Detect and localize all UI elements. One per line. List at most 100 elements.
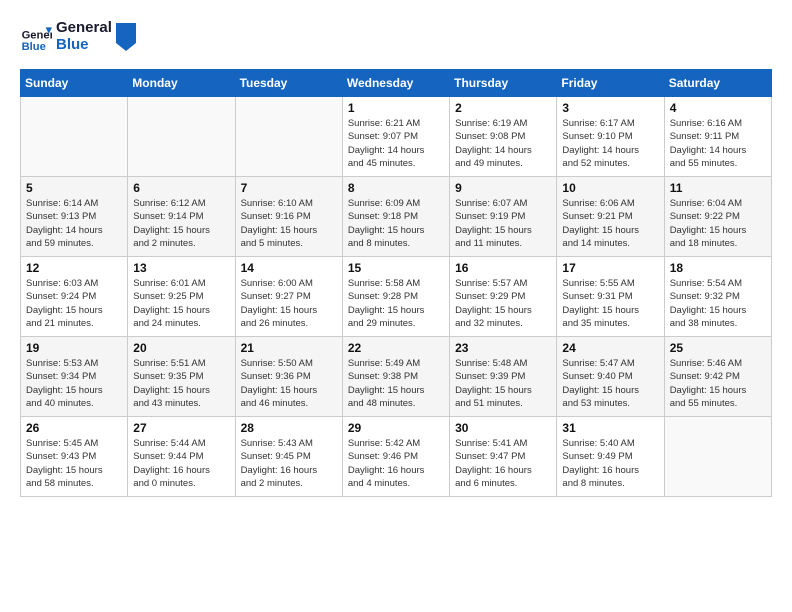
weekday-header: Tuesday xyxy=(235,70,342,97)
day-info: Sunrise: 6:16 AM Sunset: 9:11 PM Dayligh… xyxy=(670,117,766,170)
day-number: 15 xyxy=(348,261,444,275)
calendar-cell: 11Sunrise: 6:04 AM Sunset: 9:22 PM Dayli… xyxy=(664,177,771,257)
weekday-header: Thursday xyxy=(450,70,557,97)
day-info: Sunrise: 6:21 AM Sunset: 9:07 PM Dayligh… xyxy=(348,117,444,170)
calendar-cell xyxy=(235,97,342,177)
day-number: 24 xyxy=(562,341,658,355)
calendar-cell: 13Sunrise: 6:01 AM Sunset: 9:25 PM Dayli… xyxy=(128,257,235,337)
day-info: Sunrise: 5:48 AM Sunset: 9:39 PM Dayligh… xyxy=(455,357,551,410)
day-number: 31 xyxy=(562,421,658,435)
calendar-cell: 31 Sunrise: 5:40 AM Sunset: 9:49 PM Dayli… xyxy=(557,417,664,497)
day-number: 9 xyxy=(455,181,551,195)
calendar-cell: 17 Sunrise: 5:55 AM Sunset: 9:31 PM Dayli… xyxy=(557,257,664,337)
calendar-cell: 10Sunrise: 6:06 AM Sunset: 9:21 PM Dayli… xyxy=(557,177,664,257)
weekday-header-row: SundayMondayTuesdayWednesdayThursdayFrid… xyxy=(21,70,772,97)
calendar-cell: 29 Sunrise: 5:42 AM Sunset: 9:46 PM Dayli… xyxy=(342,417,449,497)
calendar-cell: 16Sunrise: 5:57 AM Sunset: 9:29 PM Dayli… xyxy=(450,257,557,337)
day-info: Sunrise: 6:00 AM Sunset: 9:27 PM Dayligh… xyxy=(241,277,337,330)
calendar-cell: 19Sunrise: 5:53 AM Sunset: 9:34 PM Dayli… xyxy=(21,337,128,417)
day-number: 6 xyxy=(133,181,229,195)
day-info: Sunrise: 5:54 AM Sunset: 9:32 PM Dayligh… xyxy=(670,277,766,330)
calendar-cell: 8 Sunrise: 6:09 AM Sunset: 9:18 PM Daylig… xyxy=(342,177,449,257)
calendar-week-row: 1 Sunrise: 6:21 AM Sunset: 9:07 PM Daylig… xyxy=(21,97,772,177)
calendar-cell: 4 Sunrise: 6:16 AM Sunset: 9:11 PM Daylig… xyxy=(664,97,771,177)
day-number: 26 xyxy=(26,421,122,435)
day-number: 29 xyxy=(348,421,444,435)
calendar-cell: 12Sunrise: 6:03 AM Sunset: 9:24 PM Dayli… xyxy=(21,257,128,337)
calendar-cell: 24 Sunrise: 5:47 AM Sunset: 9:40 PM Dayli… xyxy=(557,337,664,417)
day-number: 2 xyxy=(455,101,551,115)
logo-text2: Blue xyxy=(56,37,112,54)
calendar-cell xyxy=(128,97,235,177)
calendar-cell: 2 Sunrise: 6:19 AM Sunset: 9:08 PM Daylig… xyxy=(450,97,557,177)
day-info: Sunrise: 5:49 AM Sunset: 9:38 PM Dayligh… xyxy=(348,357,444,410)
calendar-cell xyxy=(664,417,771,497)
day-number: 1 xyxy=(348,101,444,115)
calendar-week-row: 12Sunrise: 6:03 AM Sunset: 9:24 PM Dayli… xyxy=(21,257,772,337)
day-info: Sunrise: 5:40 AM Sunset: 9:49 PM Dayligh… xyxy=(562,437,658,490)
day-info: Sunrise: 6:10 AM Sunset: 9:16 PM Dayligh… xyxy=(241,197,337,250)
day-number: 22 xyxy=(348,341,444,355)
calendar-cell: 3Sunrise: 6:17 AM Sunset: 9:10 PM Daylig… xyxy=(557,97,664,177)
calendar-body: 1 Sunrise: 6:21 AM Sunset: 9:07 PM Daylig… xyxy=(21,97,772,497)
calendar-cell: 25 Sunrise: 5:46 AM Sunset: 9:42 PM Dayli… xyxy=(664,337,771,417)
day-number: 17 xyxy=(562,261,658,275)
calendar-cell xyxy=(21,97,128,177)
day-info: Sunrise: 5:45 AM Sunset: 9:43 PM Dayligh… xyxy=(26,437,122,490)
logo-icon: General Blue xyxy=(20,21,52,53)
calendar-cell: 21Sunrise: 5:50 AM Sunset: 9:36 PM Dayli… xyxy=(235,337,342,417)
day-info: Sunrise: 6:09 AM Sunset: 9:18 PM Dayligh… xyxy=(348,197,444,250)
day-info: Sunrise: 6:19 AM Sunset: 9:08 PM Dayligh… xyxy=(455,117,551,170)
day-number: 30 xyxy=(455,421,551,435)
calendar-cell: 27Sunrise: 5:44 AM Sunset: 9:44 PM Dayli… xyxy=(128,417,235,497)
weekday-header: Sunday xyxy=(21,70,128,97)
day-info: Sunrise: 5:51 AM Sunset: 9:35 PM Dayligh… xyxy=(133,357,229,410)
day-number: 20 xyxy=(133,341,229,355)
calendar-cell: 22 Sunrise: 5:49 AM Sunset: 9:38 PM Dayli… xyxy=(342,337,449,417)
day-number: 14 xyxy=(241,261,337,275)
day-number: 4 xyxy=(670,101,766,115)
day-info: Sunrise: 5:42 AM Sunset: 9:46 PM Dayligh… xyxy=(348,437,444,490)
weekday-header: Friday xyxy=(557,70,664,97)
svg-text:Blue: Blue xyxy=(22,40,46,52)
calendar-week-row: 26 Sunrise: 5:45 AM Sunset: 9:43 PM Dayli… xyxy=(21,417,772,497)
day-number: 8 xyxy=(348,181,444,195)
calendar-cell: 30Sunrise: 5:41 AM Sunset: 9:47 PM Dayli… xyxy=(450,417,557,497)
calendar-cell: 20 Sunrise: 5:51 AM Sunset: 9:35 PM Dayli… xyxy=(128,337,235,417)
calendar-cell: 18 Sunrise: 5:54 AM Sunset: 9:32 PM Dayli… xyxy=(664,257,771,337)
day-info: Sunrise: 5:55 AM Sunset: 9:31 PM Dayligh… xyxy=(562,277,658,330)
day-number: 3 xyxy=(562,101,658,115)
day-info: Sunrise: 5:43 AM Sunset: 9:45 PM Dayligh… xyxy=(241,437,337,490)
day-number: 23 xyxy=(455,341,551,355)
day-info: Sunrise: 6:06 AM Sunset: 9:21 PM Dayligh… xyxy=(562,197,658,250)
svg-text:General: General xyxy=(22,29,52,41)
calendar-week-row: 5 Sunrise: 6:14 AM Sunset: 9:13 PM Daylig… xyxy=(21,177,772,257)
day-info: Sunrise: 5:46 AM Sunset: 9:42 PM Dayligh… xyxy=(670,357,766,410)
day-number: 5 xyxy=(26,181,122,195)
day-info: Sunrise: 6:14 AM Sunset: 9:13 PM Dayligh… xyxy=(26,197,122,250)
logo-chevron-icon xyxy=(116,23,136,51)
day-number: 16 xyxy=(455,261,551,275)
calendar-week-row: 19Sunrise: 5:53 AM Sunset: 9:34 PM Dayli… xyxy=(21,337,772,417)
calendar-cell: 15 Sunrise: 5:58 AM Sunset: 9:28 PM Dayli… xyxy=(342,257,449,337)
calendar-cell: 5 Sunrise: 6:14 AM Sunset: 9:13 PM Daylig… xyxy=(21,177,128,257)
calendar-cell: 1 Sunrise: 6:21 AM Sunset: 9:07 PM Daylig… xyxy=(342,97,449,177)
day-number: 13 xyxy=(133,261,229,275)
day-info: Sunrise: 5:58 AM Sunset: 9:28 PM Dayligh… xyxy=(348,277,444,330)
logo-text: General xyxy=(56,20,112,37)
day-info: Sunrise: 5:50 AM Sunset: 9:36 PM Dayligh… xyxy=(241,357,337,410)
calendar-cell: 23 Sunrise: 5:48 AM Sunset: 9:39 PM Dayli… xyxy=(450,337,557,417)
day-number: 7 xyxy=(241,181,337,195)
day-info: Sunrise: 5:47 AM Sunset: 9:40 PM Dayligh… xyxy=(562,357,658,410)
day-info: Sunrise: 6:07 AM Sunset: 9:19 PM Dayligh… xyxy=(455,197,551,250)
calendar-cell: 14 Sunrise: 6:00 AM Sunset: 9:27 PM Dayli… xyxy=(235,257,342,337)
day-number: 25 xyxy=(670,341,766,355)
day-number: 19 xyxy=(26,341,122,355)
page-header: General Blue General Blue xyxy=(20,20,772,53)
day-number: 28 xyxy=(241,421,337,435)
calendar-cell: 6 Sunrise: 6:12 AM Sunset: 9:14 PM Daylig… xyxy=(128,177,235,257)
day-info: Sunrise: 6:12 AM Sunset: 9:14 PM Dayligh… xyxy=(133,197,229,250)
weekday-header: Saturday xyxy=(664,70,771,97)
day-number: 12 xyxy=(26,261,122,275)
day-number: 18 xyxy=(670,261,766,275)
